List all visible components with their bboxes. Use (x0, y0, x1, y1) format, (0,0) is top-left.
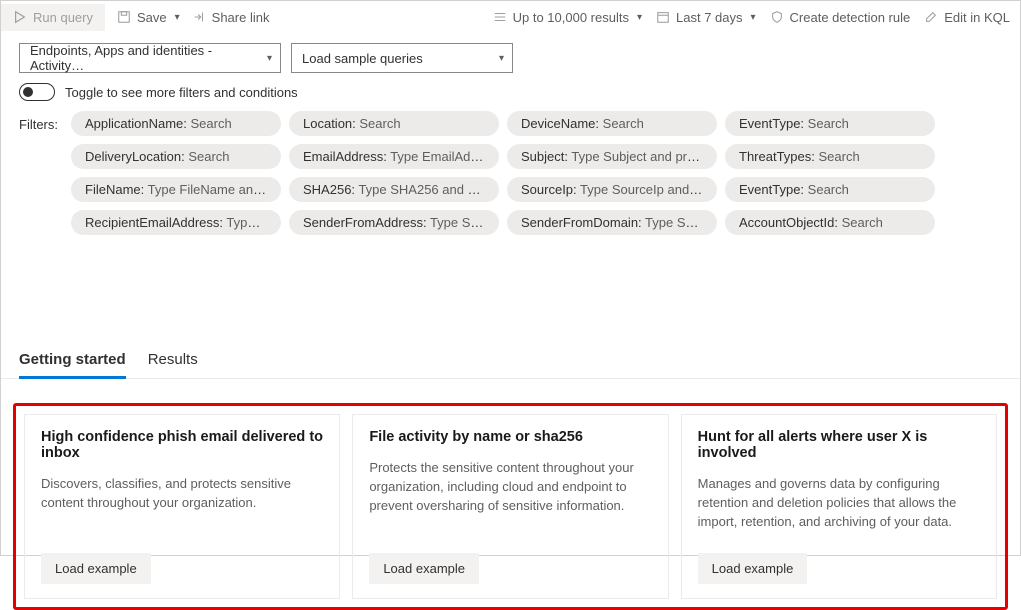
sample-card-user-alerts: Hunt for all alerts where user X is invo… (681, 414, 997, 599)
results-limit-label: Up to 10,000 results (513, 10, 629, 25)
share-label: Share link (212, 10, 270, 25)
filter-deliverylocation[interactable]: DeliveryLocation: Search (71, 144, 281, 169)
chevron-down-icon: ▾ (267, 53, 272, 64)
source-select[interactable]: Endpoints, Apps and identities - Activit… (19, 43, 281, 73)
tab-results[interactable]: Results (148, 343, 198, 378)
save-icon (117, 10, 131, 24)
filter-accountobjectid[interactable]: AccountObjectId: Search (725, 210, 935, 235)
filter-applicationname[interactable]: ApplicationName: Search (71, 111, 281, 136)
filter-senderfromaddress[interactable]: SenderFromAddress: Type Send… (289, 210, 499, 235)
sample-queries-select[interactable]: Load sample queries ▾ (291, 43, 513, 73)
filters-toggle-row: Toggle to see more filters and condition… (1, 83, 1020, 111)
card-title: File activity by name or sha256 (369, 429, 651, 445)
chevron-down-icon: ▾ (499, 53, 504, 64)
filter-senderfromdomain[interactable]: SenderFromDomain: Type Sende… (507, 210, 717, 235)
share-icon (192, 10, 206, 24)
filters-section: Filters: ApplicationName: Search Locatio… (1, 111, 1020, 239)
filter-eventtype[interactable]: EventType: Search (725, 111, 935, 136)
chevron-down-icon: ▾ (637, 12, 642, 23)
card-desc: Protects the sensitive content throughou… (369, 459, 651, 517)
run-query-button[interactable]: Run query (1, 4, 105, 31)
create-rule-label: Create detection rule (790, 10, 911, 25)
filters-toggle[interactable] (19, 83, 55, 101)
filter-devicename[interactable]: DeviceName: Search (507, 111, 717, 136)
source-select-label: Endpoints, Apps and identities - Activit… (30, 43, 267, 73)
save-button[interactable]: Save ▾ (117, 10, 180, 25)
card-desc: Discovers, classifies, and protects sens… (41, 475, 323, 533)
sample-card-phish: High confidence phish email delivered to… (24, 414, 340, 599)
filter-filename[interactable]: FileName: Type FileName and pr… (71, 177, 281, 202)
filter-location[interactable]: Location: Search (289, 111, 499, 136)
load-example-button[interactable]: Load example (698, 553, 808, 584)
time-range-button[interactable]: Last 7 days ▾ (656, 10, 756, 25)
tab-getting-started[interactable]: Getting started (19, 343, 126, 378)
load-example-button[interactable]: Load example (369, 553, 479, 584)
filter-eventtype-2[interactable]: EventType: Search (725, 177, 935, 202)
filter-threattypes[interactable]: ThreatTypes: Search (725, 144, 935, 169)
filter-sha256[interactable]: SHA256: Type SHA256 and pres… (289, 177, 499, 202)
share-link-button[interactable]: Share link (192, 10, 270, 25)
filter-subject[interactable]: Subject: Type Subject and press … (507, 144, 717, 169)
selectors-row: Endpoints, Apps and identities - Activit… (1, 33, 1020, 83)
filters-toggle-label: Toggle to see more filters and condition… (65, 85, 298, 100)
create-detection-rule-button[interactable]: Create detection rule (770, 10, 911, 25)
card-desc: Manages and governs data by configuring … (698, 475, 980, 533)
calendar-icon (656, 10, 670, 24)
chevron-down-icon: ▾ (175, 12, 180, 23)
toggle-knob (23, 87, 33, 97)
filter-emailaddress[interactable]: EmailAddress: Type EmailAddres… (289, 144, 499, 169)
sample-card-file-activity: File activity by name or sha256 Protects… (352, 414, 668, 599)
save-label: Save (137, 10, 167, 25)
filters-label: Filters: (19, 111, 59, 132)
edit-kql-label: Edit in KQL (944, 10, 1010, 25)
card-title: Hunt for all alerts where user X is invo… (698, 429, 980, 461)
sample-cards-highlight: High confidence phish email delivered to… (13, 403, 1008, 610)
list-icon (493, 10, 507, 24)
toolbar-left: Run query Save ▾ Share link (1, 4, 269, 31)
sample-select-label: Load sample queries (302, 51, 423, 66)
filters-grid: ApplicationName: Search Location: Search… (71, 111, 935, 235)
filter-sourceip[interactable]: SourceIp: Type SourceIp and pre… (507, 177, 717, 202)
shield-icon (770, 10, 784, 24)
pencil-icon (924, 10, 938, 24)
play-icon (13, 10, 27, 24)
load-example-button[interactable]: Load example (41, 553, 151, 584)
edit-in-kql-button[interactable]: Edit in KQL (924, 10, 1010, 25)
filter-recipientemailaddress[interactable]: RecipientEmailAddress: Type Rec… (71, 210, 281, 235)
chevron-down-icon: ▾ (751, 12, 756, 23)
page-root: Run query Save ▾ Share link U (0, 0, 1021, 556)
results-limit-button[interactable]: Up to 10,000 results ▾ (493, 10, 642, 25)
card-title: High confidence phish email delivered to… (41, 429, 323, 461)
run-query-label: Run query (33, 10, 93, 25)
time-range-label: Last 7 days (676, 10, 743, 25)
toolbar-right: Up to 10,000 results ▾ Last 7 days ▾ Cre… (493, 10, 1010, 25)
tabs: Getting started Results (1, 343, 1020, 379)
toolbar: Run query Save ▾ Share link U (1, 1, 1020, 33)
